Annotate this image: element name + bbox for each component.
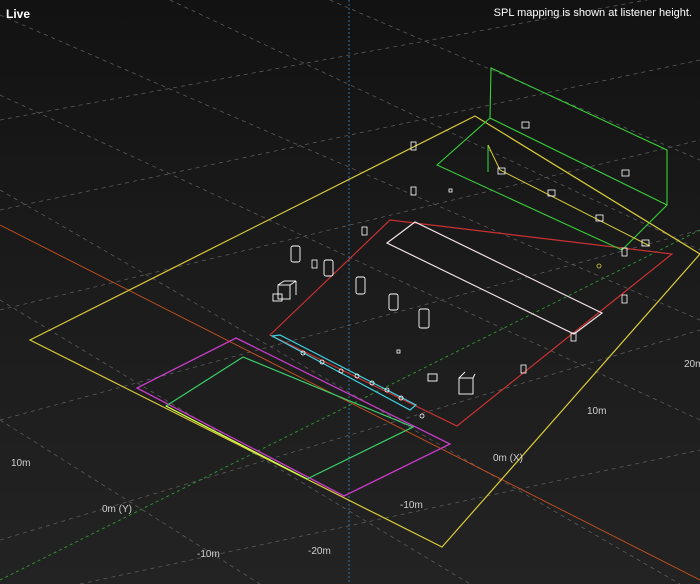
balcony-zone[interactable]: [436, 67, 668, 251]
axis-label-y-10m: 10m: [11, 458, 31, 469]
view-mode-label: Live: [6, 7, 31, 21]
axis-label-x-0m: 0m (X): [493, 453, 523, 464]
axis-label-z-neg10m: -10m: [400, 500, 423, 511]
axis-label-y-neg20m: -20m: [308, 546, 331, 557]
axis-label-x-10m: 10m: [587, 406, 607, 417]
axis-label-y-neg10m: -10m: [197, 549, 220, 560]
spl-mapping-note: SPL mapping is shown at listener height.: [493, 7, 692, 19]
axis-label-x-20m: 20m: [684, 359, 700, 370]
floor-grid: [0, 0, 700, 584]
stage-inner[interactable]: [164, 356, 415, 480]
delay-speakers[interactable]: [311, 121, 650, 374]
3d-viewport[interactable]: Live SPL mapping is shown at listener he…: [0, 0, 700, 584]
balcony-front-edge: [487, 144, 651, 247]
floor-outline[interactable]: [28, 115, 700, 548]
y-axis: [0, 229, 700, 581]
axis-label-y-0m: 0m (Y): [102, 504, 132, 515]
stage-front-edge: [165, 405, 308, 480]
venue-scene[interactable]: [0, 0, 700, 584]
x-axis: [0, 224, 700, 581]
line-array-speakers[interactable]: [290, 245, 430, 329]
audience-zone[interactable]: [268, 219, 674, 427]
